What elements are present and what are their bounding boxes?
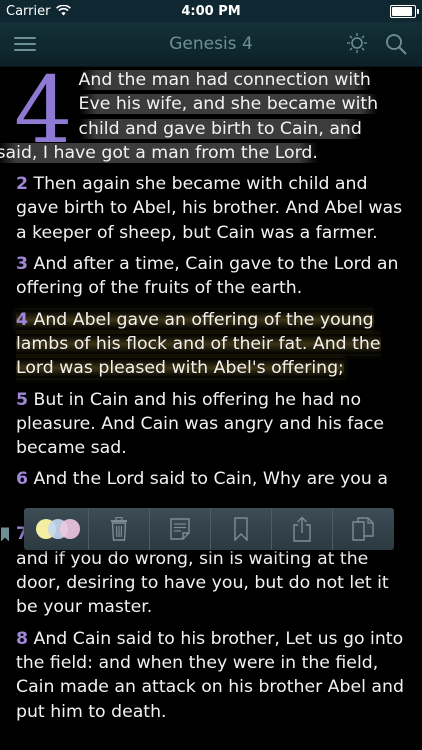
verse-1-line: child and gave birth to Cain, and (78, 118, 362, 139)
bookmark-marker-icon (1, 527, 9, 542)
verse-1[interactable]: 4 And the man had connection with Eve hi… (0, 57, 410, 165)
verse-text: Then again she became with child and gav… (16, 174, 403, 243)
verse-number: 4 (16, 309, 29, 330)
verse-action-toolbar (24, 508, 394, 550)
color-dots-icon (36, 519, 80, 539)
status-bar: Carrier 4:00 PM (0, 0, 422, 22)
verse-number: 2 (16, 174, 29, 195)
verse-5[interactable]: 5 But in Cain and his offering he had no… (16, 388, 410, 461)
battery-icon (390, 5, 419, 18)
verse-number: 8 (16, 628, 29, 649)
verse-text: And after a time, Cain gave to the Lord … (16, 254, 399, 299)
share-icon (292, 516, 311, 542)
verse-number: 3 (16, 254, 29, 275)
verse-text: And the Lord said to Cain, Why are you a (33, 469, 388, 490)
copy-button[interactable] (332, 508, 394, 550)
highlight-color-button[interactable] (24, 508, 89, 550)
clock: 4:00 PM (181, 4, 241, 19)
highlighted-verse: 4 And Abel gave an offering of the young… (16, 309, 381, 379)
chapter-text: 4 And the man had connection with Eve hi… (0, 57, 410, 731)
note-icon (169, 518, 190, 540)
verse-text: And Cain said to his brother, Let us go … (16, 628, 404, 722)
chapter-dropcap: 4 (14, 57, 73, 164)
verse-text: And Abel gave an offering of the young l… (16, 309, 381, 379)
share-button[interactable] (271, 508, 333, 550)
bookmark-button[interactable] (210, 508, 272, 550)
note-button[interactable] (149, 508, 211, 550)
verse-3[interactable]: 3 And after a time, Cain gave to the Lor… (16, 252, 410, 301)
verse-1-line: Eve his wife, and she became with (78, 94, 379, 115)
verse-text: But in Cain and his offering he had no p… (16, 389, 385, 459)
delete-button[interactable] (88, 508, 150, 550)
verse-2[interactable]: 2 Then again she became with child and g… (16, 172, 410, 245)
verse-8[interactable]: 8 And Cain said to his brother, Let us g… (16, 627, 410, 724)
verse-4[interactable]: 4 And Abel gave an offering of the young… (16, 308, 410, 381)
magnifier-icon[interactable] (384, 32, 408, 56)
copy-icon (352, 517, 374, 541)
verse-number: 6 (16, 469, 29, 490)
trash-icon (110, 517, 127, 541)
verse-1-line: said, I have got a man from the Lord. (0, 142, 318, 163)
verse-number: 5 (16, 389, 29, 410)
sun-icon[interactable] (346, 32, 368, 54)
bookmark-icon (233, 517, 248, 541)
verse-1-line: And the man had connection with (78, 70, 371, 90)
